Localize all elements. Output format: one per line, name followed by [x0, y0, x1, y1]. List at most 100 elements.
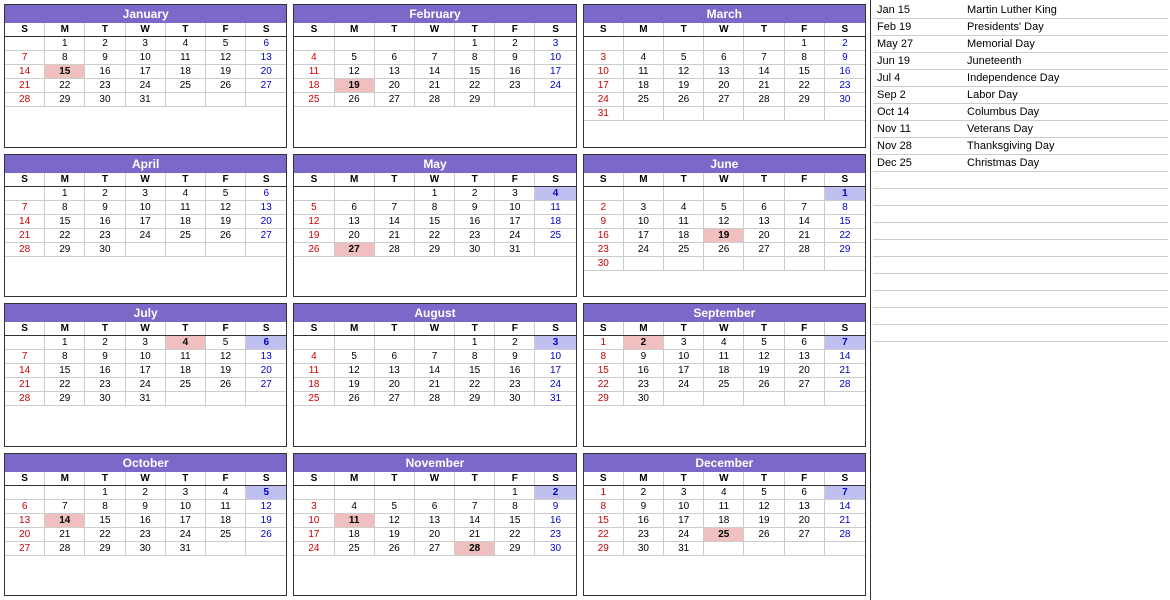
day-header: S [294, 23, 334, 36]
day-cell: 20 [246, 65, 286, 79]
day-cell: 13 [246, 51, 286, 65]
day-cell: 21 [744, 79, 784, 93]
day-header: T [664, 322, 704, 335]
month-header: May [294, 155, 575, 173]
day-cell: 18 [704, 514, 744, 528]
day-header: W [126, 472, 166, 485]
day-cell: 28 [825, 528, 865, 542]
day-cell: 2 [85, 336, 125, 350]
day-cell: 26 [744, 378, 784, 392]
day-cell: 6 [704, 51, 744, 65]
day-cell: 5 [704, 201, 744, 215]
day-cell [495, 93, 535, 107]
day-cell: 2 [624, 486, 664, 500]
day-cell: 28 [375, 243, 415, 257]
day-cell: 23 [85, 229, 125, 243]
day-cell: 8 [455, 51, 495, 65]
holiday-name: Martin Luther King [963, 2, 1168, 19]
day-cell [415, 486, 455, 500]
day-cell: 9 [495, 350, 535, 364]
day-header: T [85, 23, 125, 36]
day-cell [294, 336, 334, 350]
day-cell: 11 [335, 514, 375, 528]
holiday-row: Jan 15Martin Luther King [873, 2, 1168, 19]
day-cell [664, 187, 704, 201]
day-cell: 24 [664, 528, 704, 542]
day-cell: 21 [825, 514, 865, 528]
day-header: T [166, 173, 206, 186]
day-cell: 29 [455, 93, 495, 107]
day-header: S [825, 472, 865, 485]
day-header: M [335, 173, 375, 186]
day-cell: 14 [455, 514, 495, 528]
day-cell: 9 [85, 201, 125, 215]
day-cell: 28 [5, 243, 45, 257]
day-cell: 13 [704, 65, 744, 79]
day-cell: 11 [664, 215, 704, 229]
day-cell: 24 [294, 542, 334, 556]
holiday-row-empty [873, 274, 1168, 291]
day-cell [535, 243, 575, 257]
day-cell: 5 [664, 51, 704, 65]
day-cell: 19 [375, 528, 415, 542]
day-header: S [535, 173, 575, 186]
day-cell: 5 [206, 336, 246, 350]
holiday-date: Feb 19 [873, 19, 963, 36]
day-cell: 10 [294, 514, 334, 528]
day-header: S [535, 23, 575, 36]
day-cell: 29 [785, 93, 825, 107]
day-cell: 23 [825, 79, 865, 93]
day-cell: 7 [415, 350, 455, 364]
day-cell: 11 [624, 65, 664, 79]
day-cell: 10 [664, 500, 704, 514]
day-cell: 9 [495, 51, 535, 65]
day-cell [664, 392, 704, 406]
holiday-date: Oct 14 [873, 104, 963, 121]
month-block-june: JuneSMTWTFS12345678910111213141516171819… [583, 154, 866, 298]
day-cell: 5 [375, 500, 415, 514]
day-cell: 1 [455, 37, 495, 51]
day-cell: 8 [495, 500, 535, 514]
day-cell [584, 37, 624, 51]
day-cell: 22 [495, 528, 535, 542]
holiday-row-empty [873, 172, 1168, 189]
day-cell: 1 [45, 187, 85, 201]
day-cell: 5 [744, 336, 784, 350]
day-cell: 12 [246, 500, 286, 514]
day-cell: 15 [495, 514, 535, 528]
day-cell: 3 [126, 336, 166, 350]
day-header: F [206, 322, 246, 335]
day-cell [455, 486, 495, 500]
day-cell: 4 [704, 486, 744, 500]
day-cell [744, 257, 784, 271]
day-cell [704, 257, 744, 271]
day-cell: 30 [85, 392, 125, 406]
day-cell: 14 [785, 215, 825, 229]
day-header: T [375, 322, 415, 335]
day-cell: 13 [5, 514, 45, 528]
day-cell: 5 [206, 37, 246, 51]
day-cell: 25 [624, 93, 664, 107]
day-header: F [785, 173, 825, 186]
day-cell: 18 [294, 378, 334, 392]
holiday-date: Jun 19 [873, 53, 963, 70]
day-header: T [375, 472, 415, 485]
day-cell: 5 [294, 201, 334, 215]
day-header: W [704, 173, 744, 186]
day-cell: 13 [744, 215, 784, 229]
day-cell: 2 [495, 336, 535, 350]
day-cell: 3 [624, 201, 664, 215]
month-header: February [294, 5, 575, 23]
holiday-row: Feb 19Presidents' Day [873, 19, 1168, 36]
day-cell: 23 [535, 528, 575, 542]
day-cell: 5 [744, 486, 784, 500]
day-cell: 1 [825, 187, 865, 201]
day-cell: 2 [584, 201, 624, 215]
holiday-name: Labor Day [963, 87, 1168, 104]
day-cell [375, 37, 415, 51]
day-header: S [5, 322, 45, 335]
day-cell: 21 [785, 229, 825, 243]
calendar-grid: JanuarySMTWTFS12345678910111213141516171… [0, 0, 870, 600]
month-header: April [5, 155, 286, 173]
day-cell: 29 [584, 542, 624, 556]
